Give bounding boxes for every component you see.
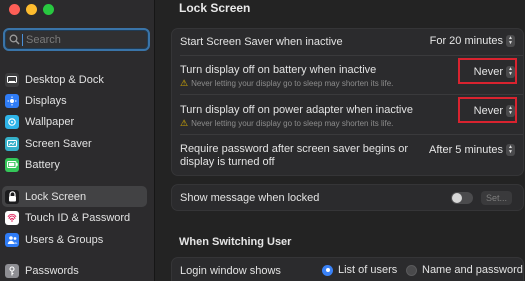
popup-value: For 20 minutes [429,35,503,47]
sidebar-item-label: Touch ID & Password [25,211,131,224]
radio-list-of-users[interactable]: List of users [322,264,397,276]
search-field[interactable] [3,28,150,51]
screen-saver-popup[interactable]: For 20 minutes ▲ ▼ [430,35,515,47]
power-warning: ⚠ Never letting your display go to sleep… [180,118,393,129]
sidebar-item-label: Desktop & Dock [25,73,104,86]
sidebar-item-passwords[interactable]: Passwords [2,260,147,281]
row-label: Turn display off on power adapter when i… [180,104,413,116]
search-input[interactable] [26,33,144,46]
text-cursor [22,33,23,46]
page-title: Lock Screen [179,1,251,15]
fingerprint-icon [5,210,19,225]
message-group: Show message when locked Set... [171,184,524,211]
search-icon [9,34,20,45]
sidebar-item-battery[interactable]: Battery [2,154,147,175]
users-icon [5,232,19,247]
main-pane: Lock Screen Start Screen Saver when inac… [156,0,525,281]
login-window-group: Login window shows List of users Name an… [171,257,524,281]
sidebar-item-label: Lock Screen [25,190,87,203]
sidebar-item-wallpaper[interactable]: Wallpaper [2,111,147,132]
row-power-adapter: Turn display off on power adapter when i… [172,95,523,134]
set-message-button[interactable]: Set... [481,191,512,205]
row-screen-saver: Start Screen Saver when inactive For 20 … [172,29,523,55]
radio-selected-indicator [322,264,333,276]
radio-unselected-indicator [406,264,417,276]
require-password-popup[interactable]: After 5 minutes ▲ ▼ [429,144,515,156]
radio-label: Name and password [422,264,523,276]
show-message-toggle[interactable] [451,192,473,204]
sidebar-item-label: Battery [25,158,60,171]
displays-icon [5,93,19,108]
row-battery: Turn display off on battery when inactiv… [172,56,523,94]
row-label: Turn display off on battery when inactiv… [180,64,377,76]
wallpaper-icon [5,114,19,129]
lock-screen-settings-group: Start Screen Saver when inactive For 20 … [171,28,524,176]
chevron-updown-icon: ▲ ▼ [506,144,515,156]
sidebar-item-desktop-dock[interactable]: Desktop & Dock [2,69,147,90]
radio-name-and-password[interactable]: Name and password [406,264,523,276]
sidebar-item-users-groups[interactable]: Users & Groups [2,229,147,250]
sidebar-item-label: Users & Groups [25,233,104,246]
radio-label: List of users [338,264,398,276]
row-require-password: Require password after screen saver begi… [172,135,523,177]
warning-text: Never letting your display go to sleep m… [191,119,394,128]
sidebar-item-label: Wallpaper [25,115,75,128]
row-label-line2: display is turned off [180,156,275,168]
battery-icon [5,157,19,172]
sidebar-item-lock-screen[interactable]: Lock Screen [2,186,147,207]
sidebar-item-label: Displays [25,94,67,107]
popup-value: After 5 minutes [429,144,503,156]
screen-saver-icon [5,136,19,151]
sidebar-item-screen-saver[interactable]: Screen Saver [2,133,147,154]
row-label: Login window shows [180,265,281,277]
lock-icon [5,189,19,204]
warning-icon: ⚠ [180,78,189,88]
sidebar-item-displays[interactable]: Displays [2,90,147,111]
row-label-line1: Require password after screen saver begi… [180,143,409,155]
minimize-window-button[interactable] [26,4,37,15]
zoom-window-button[interactable] [43,4,54,15]
desktop-dock-icon [5,72,19,87]
warning-icon: ⚠ [180,118,189,128]
window-controls [9,4,54,15]
highlight-box [458,97,517,123]
sidebar-item-touch-id[interactable]: Touch ID & Password [2,207,147,228]
sidebar-item-label: Passwords [25,264,79,277]
chevron-updown-icon: ▲ ▼ [506,35,515,47]
sidebar-item-label: Screen Saver [25,137,92,150]
key-icon [5,263,19,278]
battery-warning: ⚠ Never letting your display go to sleep… [180,78,393,89]
sidebar: Desktop & Dock Displays Wallpaper Screen… [0,0,155,281]
warning-text: Never letting your display go to sleep m… [191,79,394,88]
section-title: When Switching User [179,236,292,248]
row-label: Start Screen Saver when inactive [180,36,343,48]
row-label: Show message when locked [180,192,320,204]
close-window-button[interactable] [9,4,20,15]
highlight-box [458,58,517,84]
